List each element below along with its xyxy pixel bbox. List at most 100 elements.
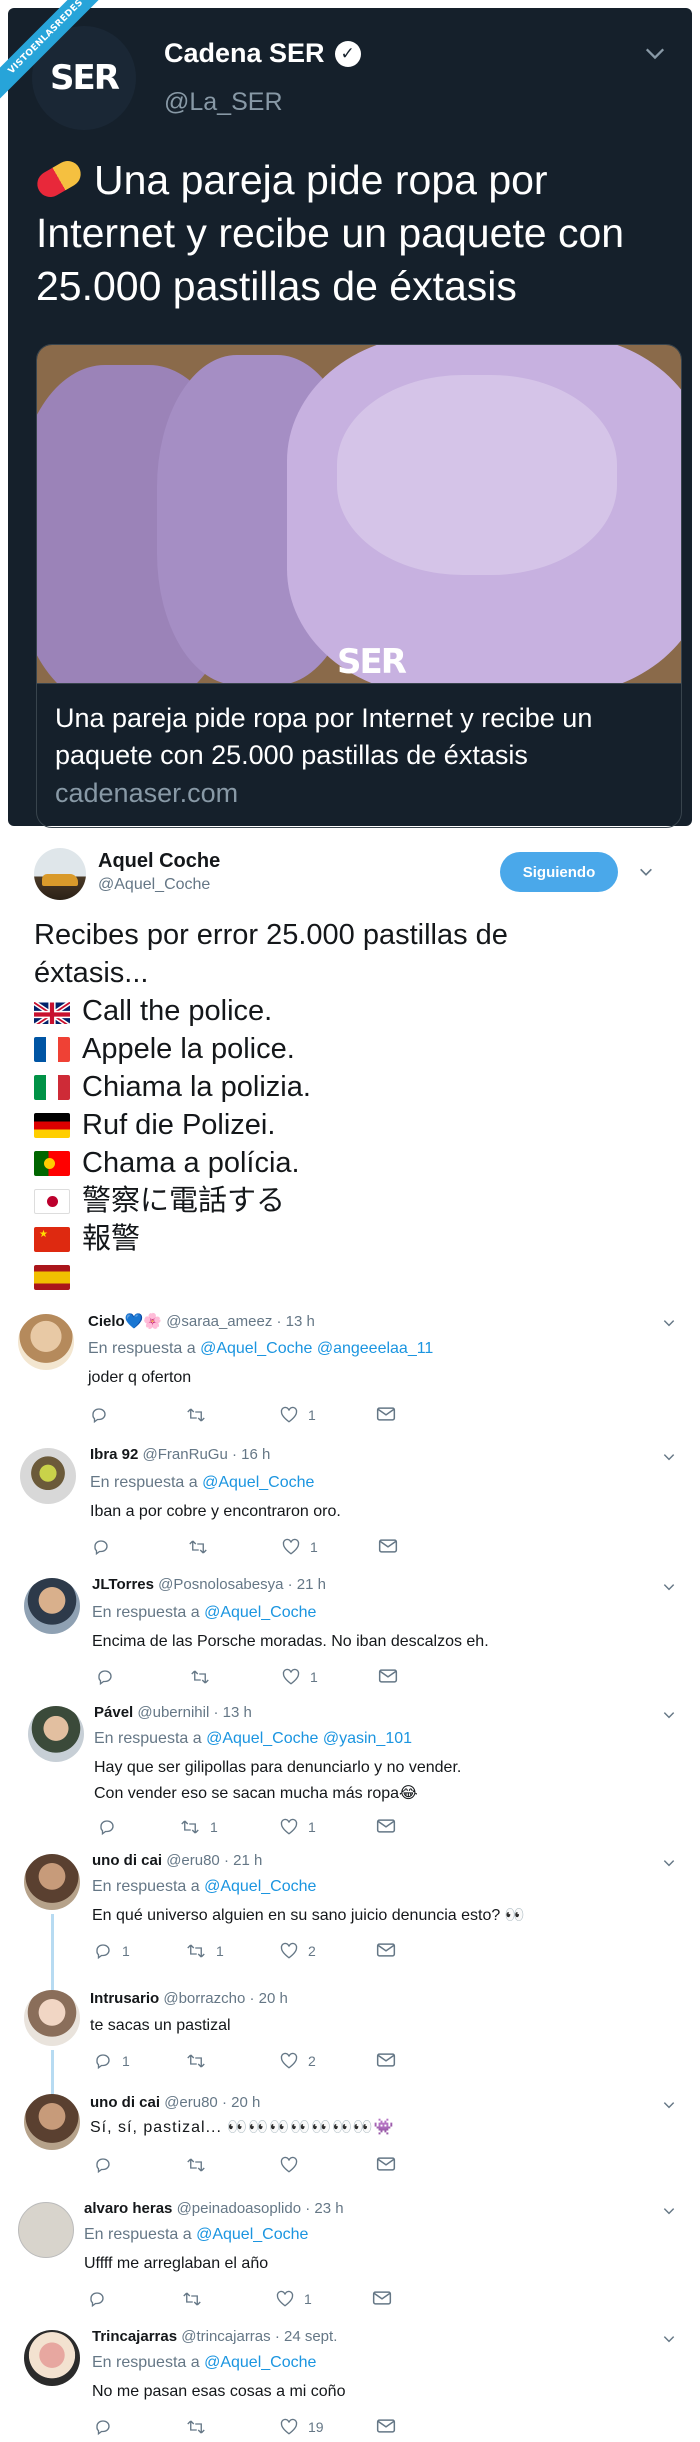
reply-tweet[interactable]: Ibra 92 @FranRuGu · 16 h En respuesta a … [0, 1432, 700, 1564]
retweet-action[interactable] [186, 2156, 216, 2174]
in-reply-mentions[interactable]: @Aquel_Coche [202, 1474, 314, 1491]
like-action[interactable]: 2 [280, 1942, 316, 1960]
reply-author-name[interactable]: uno di cai [90, 2094, 160, 2111]
chevron-down-icon[interactable] [662, 2332, 676, 2346]
reply-author-name[interactable]: Pável [94, 1704, 133, 1721]
reply-author-handle[interactable]: @Posnolosabesya [158, 1576, 283, 1593]
retweet-action[interactable] [188, 1538, 218, 1556]
reply-author-name[interactable]: Cielo💙🌸 [88, 1313, 162, 1330]
avatar[interactable] [24, 2330, 80, 2386]
chevron-down-icon[interactable] [662, 1708, 676, 1722]
reply-action[interactable] [90, 1406, 118, 1424]
avatar[interactable] [18, 2202, 74, 2258]
reply-tweet[interactable]: Cielo💙🌸 @saraa_ameez · 13 h En respuesta… [0, 1298, 700, 1432]
reply-author-handle[interactable]: @borrazcho [163, 1990, 245, 2007]
chevron-down-icon[interactable] [662, 2204, 676, 2218]
reply-action[interactable]: 1 [94, 2052, 130, 2070]
in-reply-mentions[interactable]: @Aquel_Coche [204, 1878, 316, 1895]
retweet-action[interactable] [186, 1406, 216, 1424]
author-handle[interactable]: @Aquel_Coche [98, 876, 210, 894]
reply-timestamp[interactable]: · 20 h [249, 1990, 287, 2007]
retweet-action[interactable]: 1 [186, 1942, 224, 1960]
chevron-down-icon[interactable] [662, 1316, 676, 1330]
in-reply-mentions[interactable]: @Aquel_Coche [196, 2226, 308, 2243]
author-name[interactable]: Aquel Coche [98, 850, 220, 873]
avatar[interactable] [18, 1314, 74, 1370]
in-reply-mentions[interactable]: @Aquel_Coche @yasin_101 [206, 1730, 412, 1747]
retweet-action[interactable] [190, 1668, 220, 1686]
chevron-down-icon[interactable] [638, 864, 654, 880]
message-action[interactable] [376, 2156, 396, 2172]
link-preview-card[interactable]: SER Una pareja pide ropa por Internet y … [36, 344, 682, 828]
retweet-action[interactable] [186, 2052, 216, 2070]
reply-timestamp[interactable]: · 23 h [305, 2200, 343, 2217]
like-action[interactable]: 1 [280, 1818, 316, 1836]
reply-tweet[interactable]: uno di cai @eru80 · 20 h Sí, sí, pastiza… [0, 2086, 700, 2190]
reply-tweet[interactable]: JLTorres @Posnolosabesya · 21 h En respu… [0, 1564, 700, 1692]
reply-tweet[interactable]: Trincajarras @trincajarras · 24 sept. En… [0, 2318, 700, 2442]
reply-author-name[interactable]: JLTorres [92, 1576, 154, 1593]
like-action[interactable]: 1 [276, 2290, 312, 2308]
reply-timestamp[interactable]: · 13 h [213, 1704, 251, 1721]
reply-author-name[interactable]: uno di cai [92, 1852, 162, 1869]
reply-tweet[interactable]: alvaro heras @peinadoasoplido · 23 h En … [0, 2190, 700, 2318]
following-button[interactable]: Siguiendo [500, 852, 618, 892]
reply-timestamp[interactable]: · 21 h [224, 1852, 262, 1869]
reply-action[interactable] [92, 1538, 120, 1556]
avatar[interactable] [28, 1706, 84, 1762]
reply-author-handle[interactable]: @trincajarras [181, 2328, 270, 2345]
avatar[interactable] [24, 1854, 80, 1910]
in-reply-mentions[interactable]: @Aquel_Coche [204, 2354, 316, 2371]
avatar[interactable] [24, 1990, 80, 2046]
reply-tweet[interactable]: Intrusario @borrazcho · 20 h te sacas un… [0, 1982, 700, 2086]
message-action[interactable] [376, 1406, 396, 1422]
reply-action[interactable]: 1 [94, 1942, 130, 1960]
like-action[interactable]: 1 [282, 1538, 318, 1556]
in-reply-mentions[interactable]: @Aquel_Coche [204, 1604, 316, 1621]
reply-action[interactable] [88, 2290, 116, 2308]
reply-author-handle[interactable]: @FranRuGu [143, 1446, 228, 1463]
chevron-down-icon[interactable] [662, 1580, 676, 1594]
chevron-down-icon[interactable] [662, 1450, 676, 1464]
reply-author-name[interactable]: alvaro heras [84, 2200, 172, 2217]
like-action[interactable]: 19 [280, 2418, 324, 2436]
message-action[interactable] [376, 1818, 396, 1834]
like-action[interactable] [280, 2156, 308, 2174]
chevron-down-icon[interactable] [662, 1856, 676, 1870]
reply-action[interactable] [94, 2418, 122, 2436]
reply-author-name[interactable]: Ibra 92 [90, 1446, 138, 1463]
like-action[interactable]: 1 [280, 1406, 316, 1424]
avatar[interactable] [20, 1448, 76, 1504]
reply-timestamp[interactable]: · 21 h [288, 1576, 326, 1593]
reply-timestamp[interactable]: · 20 h [222, 2094, 260, 2111]
source-author-handle[interactable]: @La_SER [164, 88, 283, 117]
reply-author-handle[interactable]: @eru80 [166, 1852, 220, 1869]
reply-action[interactable] [94, 2156, 122, 2174]
source-author-name[interactable]: Cadena SER ✓ [164, 38, 361, 69]
reply-author-handle[interactable]: @saraa_ameez [166, 1313, 272, 1330]
reply-timestamp[interactable]: · 16 h [232, 1446, 270, 1463]
reply-author-handle[interactable]: @eru80 [164, 2094, 218, 2111]
retweet-action[interactable]: 1 [180, 1818, 218, 1836]
like-action[interactable]: 1 [282, 1668, 318, 1686]
reply-author-name[interactable]: Trincajarras [92, 2328, 177, 2345]
avatar[interactable] [24, 2094, 80, 2150]
reply-tweet[interactable]: Pável @ubernihil · 13 h En respuesta a @… [0, 1692, 700, 1842]
message-action[interactable] [378, 1668, 398, 1684]
message-action[interactable] [376, 1942, 396, 1958]
chevron-down-icon[interactable] [662, 2098, 676, 2112]
reply-action[interactable] [98, 1818, 126, 1836]
chevron-down-icon[interactable] [644, 42, 666, 64]
reply-author-name[interactable]: Intrusario [90, 1990, 159, 2007]
retweet-action[interactable] [182, 2290, 212, 2308]
avatar[interactable] [24, 1578, 80, 1634]
reply-timestamp[interactable]: · 13 h [277, 1313, 315, 1330]
avatar[interactable] [34, 848, 86, 900]
retweet-action[interactable] [186, 2418, 216, 2436]
message-action[interactable] [376, 2052, 396, 2068]
in-reply-mentions[interactable]: @Aquel_Coche @angeeelaa_11 [200, 1340, 433, 1357]
reply-timestamp[interactable]: · 24 sept. [275, 2328, 338, 2345]
reply-tweet[interactable]: uno di cai @eru80 · 21 h En respuesta a … [0, 1842, 700, 1982]
like-action[interactable]: 2 [280, 2052, 316, 2070]
message-action[interactable] [372, 2290, 392, 2306]
